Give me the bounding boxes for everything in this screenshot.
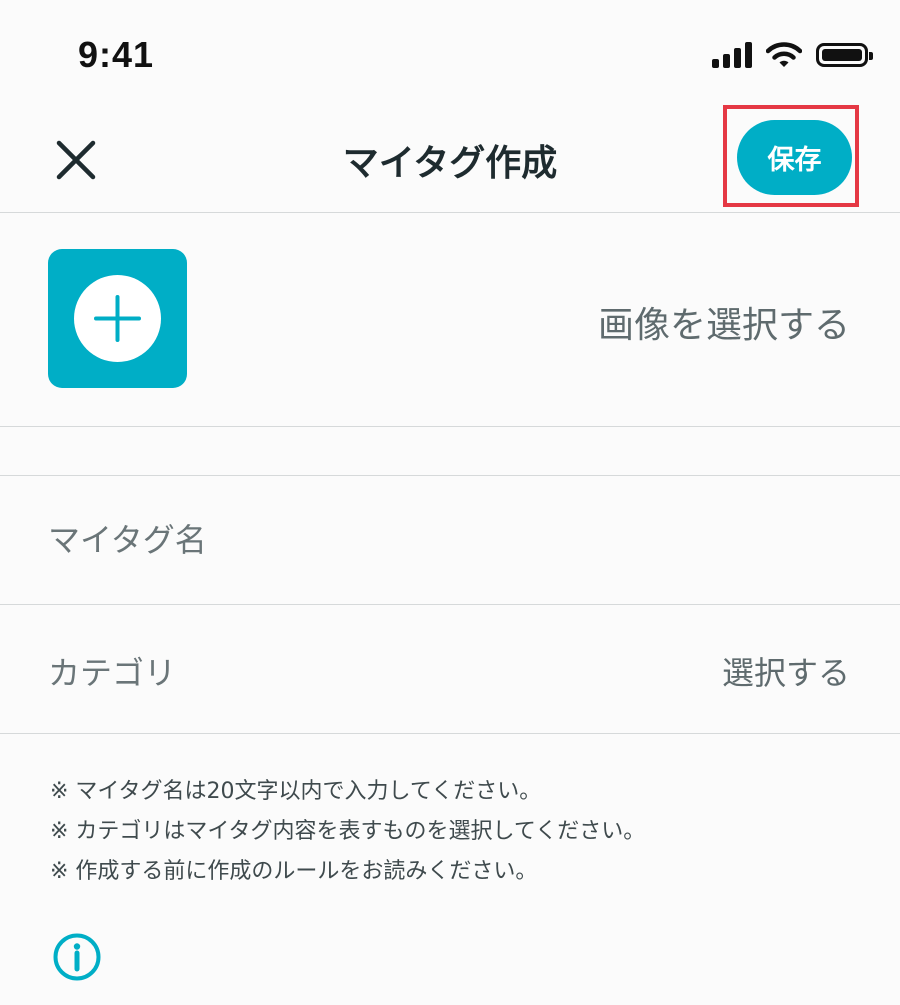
category-label: カテゴリ [48, 654, 177, 692]
my-tag-create-screen: 9:41 マイタグ作成 保存 画像を選択する マイタグ名 カテゴリ 選択する ※… [0, 0, 900, 1005]
note-line: ※ カテゴリはマイタグ内容を表すものを選択してください。 [50, 819, 646, 844]
wifi-icon [766, 42, 802, 67]
status-time: 9:41 [78, 34, 155, 75]
signal-icon [712, 42, 752, 68]
save-button[interactable]: 保存 [737, 120, 852, 195]
notes: ※ マイタグ名は20文字以内で入力してください。 ※ カテゴリはマイタグ内容を表… [50, 772, 870, 892]
info-icon [53, 933, 101, 981]
image-select-label: 画像を選択する [597, 305, 850, 346]
battery-icon [816, 43, 873, 67]
note-line: ※ マイタグ名は20文字以内で入力してください。 [50, 779, 542, 804]
category-row[interactable]: カテゴリ 選択する [0, 605, 900, 734]
note-line: ※ 作成する前に作成のルールをお読みください。 [50, 859, 538, 884]
info-button[interactable] [52, 932, 102, 982]
tag-name-input[interactable] [48, 476, 848, 604]
name-row [0, 476, 900, 605]
status-bar: 9:41 [0, 0, 900, 100]
category-select-value[interactable]: 選択する [722, 648, 850, 694]
image-add-tile[interactable] [48, 249, 187, 388]
plus-icon [94, 295, 141, 342]
status-icons [712, 40, 873, 70]
plus-circle [74, 275, 161, 362]
image-select-row[interactable]: 画像を選択する [0, 213, 900, 427]
nav-header: マイタグ作成 保存 [0, 100, 900, 213]
section-spacer [0, 427, 900, 476]
